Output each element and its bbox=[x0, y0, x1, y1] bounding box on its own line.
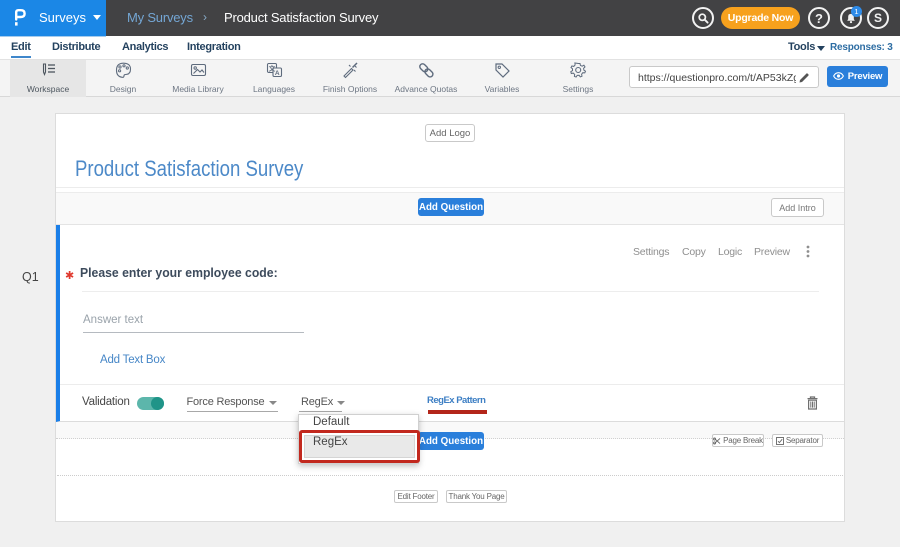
svg-text:A: A bbox=[274, 70, 279, 77]
